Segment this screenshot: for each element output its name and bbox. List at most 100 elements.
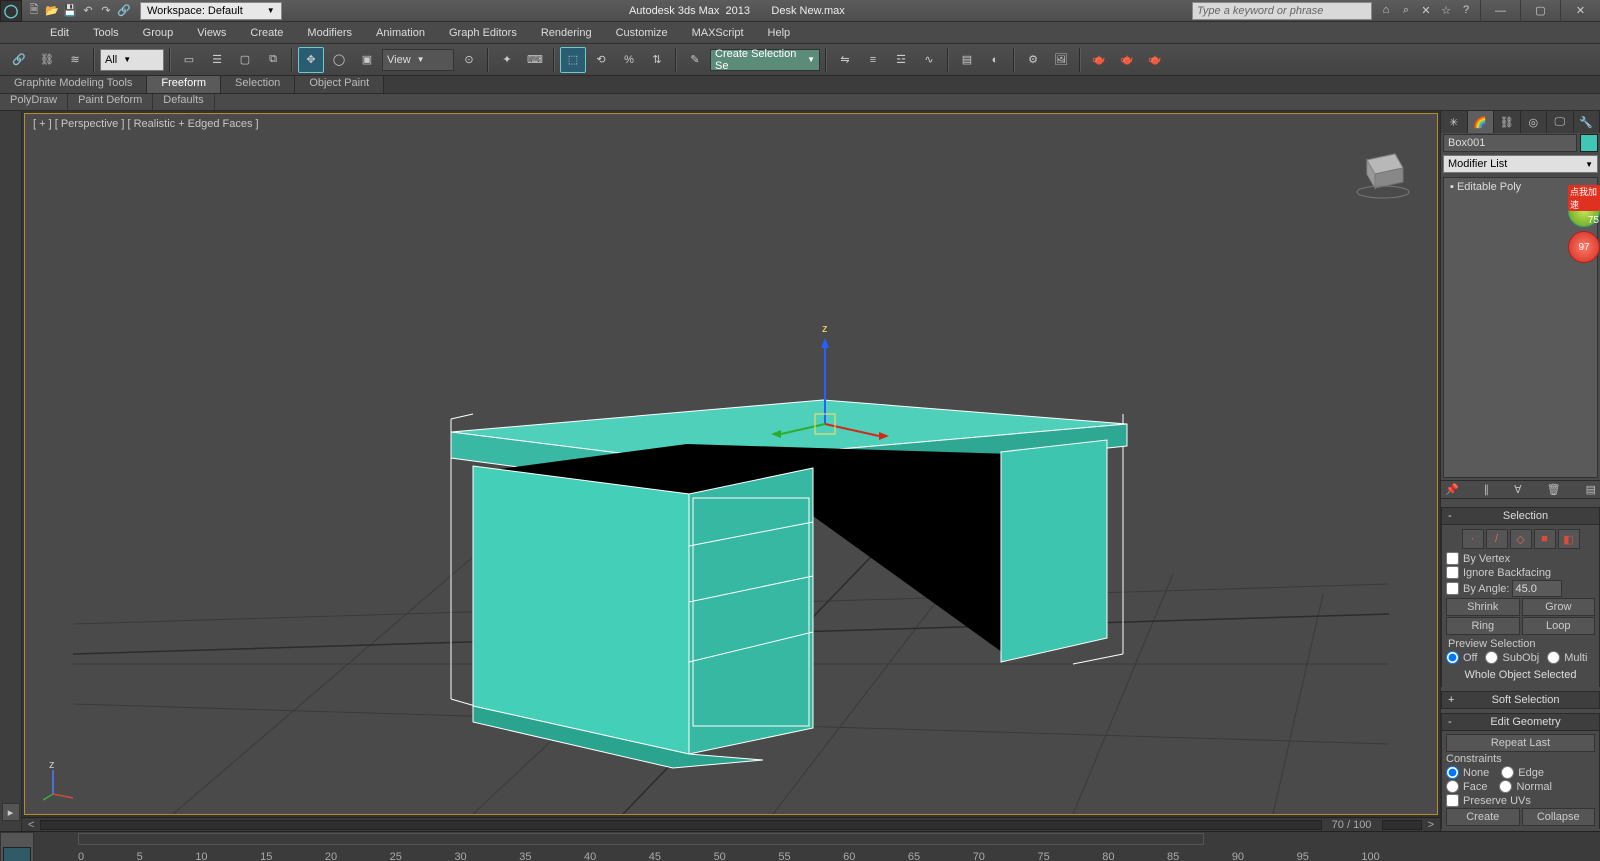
accelerator-widget[interactable]: 点我加速 75 97 [1568, 195, 1600, 265]
rendered-frame-icon[interactable]: 🖼 [1048, 47, 1074, 73]
subobj-polygon-icon[interactable]: ■ [1534, 529, 1556, 549]
ref-coord-system[interactable]: View▼ [382, 49, 454, 71]
select-move-icon[interactable]: ✥ [298, 47, 324, 73]
tab-display-icon[interactable]: 🖵 [1547, 111, 1574, 133]
keyboard-shortcut-icon[interactable]: ⌨ [522, 47, 548, 73]
trackbar-toggle[interactable] [0, 832, 34, 861]
mirror-icon[interactable]: ⇋ [832, 47, 858, 73]
select-scale-icon[interactable]: ▣ [354, 47, 380, 73]
subobj-border-icon[interactable]: ◇ [1510, 529, 1532, 549]
menu-help[interactable]: Help [758, 25, 801, 41]
tab-utilities-icon[interactable]: 🔧 [1574, 111, 1600, 133]
app-menu-icon[interactable]: ◯ [0, 0, 22, 22]
configure-sets-icon[interactable]: ▤ [1586, 483, 1596, 496]
commcenter-icon[interactable]: ⌕ [1398, 4, 1414, 17]
menu-graph-editors[interactable]: Graph Editors [439, 25, 527, 41]
ribbon-panel-paintdeform[interactable]: Paint Deform [68, 94, 153, 110]
constraint-edge-radio[interactable]: Edge [1501, 766, 1544, 779]
minimize-button[interactable]: — [1480, 0, 1520, 22]
rollup-soft-selection-header[interactable]: +Soft Selection [1441, 691, 1600, 709]
scroll-left-icon[interactable]: < [22, 819, 40, 831]
render-last-icon[interactable]: 🫖 [1142, 47, 1168, 73]
time-ruler[interactable]: 0510152025303540455055606570758085909510… [34, 832, 1380, 861]
unlink-icon[interactable]: ⛓ [34, 47, 60, 73]
new-icon[interactable]: 🗎 [26, 3, 42, 19]
percent-snap-icon[interactable]: % [616, 47, 642, 73]
shrink-button[interactable]: Shrink [1446, 598, 1520, 616]
menu-edit[interactable]: Edit [40, 25, 79, 41]
modifier-list[interactable]: Modifier List ▼ [1443, 155, 1598, 173]
rect-region-icon[interactable]: ▢ [232, 47, 258, 73]
viewcube[interactable] [1347, 134, 1417, 204]
tab-create-icon[interactable]: ✳ [1441, 111, 1468, 133]
pin-stack-icon[interactable]: 📌 [1445, 483, 1459, 496]
subscription-icon[interactable]: ⌂ [1378, 4, 1394, 17]
ribbon-tab-modeling[interactable]: Graphite Modeling Tools [0, 76, 147, 93]
constraint-none-radio[interactable]: None [1446, 766, 1489, 779]
by-vertex-check[interactable]: By Vertex [1446, 552, 1510, 565]
constraint-normal-radio[interactable]: Normal [1499, 780, 1551, 793]
rollup-selection-header[interactable]: -Selection [1441, 507, 1600, 525]
align-icon[interactable]: ≡ [860, 47, 886, 73]
tab-hierarchy-icon[interactable]: ⛓ [1494, 111, 1521, 133]
pivot-center-icon[interactable]: ⊙ [456, 47, 482, 73]
collapse-button[interactable]: Collapse [1522, 808, 1596, 826]
tab-modify-icon[interactable]: 🌈 [1468, 111, 1495, 133]
object-color-swatch[interactable] [1580, 134, 1598, 152]
render-setup-icon[interactable]: ⚙ [1020, 47, 1046, 73]
perspective-viewport[interactable]: [ + ] [ Perspective ] [ Realistic + Edge… [24, 113, 1438, 815]
ribbon-tab-objectpaint[interactable]: Object Paint [295, 76, 384, 93]
exchange-icon[interactable]: ✕ [1418, 4, 1434, 17]
menu-maxscript[interactable]: MAXScript [682, 25, 754, 41]
subobj-vertex-icon[interactable]: · [1462, 529, 1484, 549]
by-angle-value[interactable]: 45.0 [1512, 580, 1562, 597]
by-angle-check[interactable]: By Angle: [1446, 582, 1509, 595]
link-icon[interactable]: 🔗 [116, 3, 132, 19]
open-icon[interactable]: 📂 [44, 3, 60, 19]
snap-toggle-icon[interactable]: ⬚ [560, 47, 586, 73]
preserve-uvs-check[interactable]: Preserve UVs [1446, 794, 1531, 807]
menu-tools[interactable]: Tools [83, 25, 129, 41]
select-rotate-icon[interactable]: ◯ [326, 47, 352, 73]
select-object-icon[interactable]: ▭ [176, 47, 202, 73]
scroll-track-right[interactable] [1382, 820, 1422, 830]
maximize-button[interactable]: ▢ [1520, 0, 1560, 22]
ring-button[interactable]: Ring [1446, 617, 1520, 635]
ribbon-tab-freeform[interactable]: Freeform [147, 76, 221, 93]
ribbon-panel-polydraw[interactable]: PolyDraw [0, 94, 68, 110]
viewport-scrollbar[interactable]: < 70 / 100 > [22, 817, 1440, 831]
expand-toolbar-icon[interactable]: ▸ [2, 803, 20, 821]
ribbon-panel-defaults[interactable]: Defaults [153, 94, 214, 110]
preview-off-radio[interactable]: Off [1446, 651, 1477, 664]
object-name-field[interactable] [1443, 134, 1577, 152]
menu-views[interactable]: Views [187, 25, 236, 41]
render-iterative-icon[interactable]: 🫖 [1114, 47, 1140, 73]
named-sel-edit-icon[interactable]: ✎ [682, 47, 708, 73]
link-obj-icon[interactable]: 🔗 [6, 47, 32, 73]
tab-motion-icon[interactable]: ◎ [1521, 111, 1548, 133]
show-end-result-icon[interactable]: ∥ [1484, 483, 1490, 496]
preview-subobj-radio[interactable]: SubObj [1485, 651, 1539, 664]
subobj-edge-icon[interactable]: / [1486, 529, 1508, 549]
named-selection-set[interactable]: Create Selection Se▼ [710, 49, 820, 71]
render-production-icon[interactable]: 🫖 [1086, 47, 1112, 73]
spinner-snap-icon[interactable]: ⇅ [644, 47, 670, 73]
menu-animation[interactable]: Animation [366, 25, 435, 41]
constraint-face-radio[interactable]: Face [1446, 780, 1487, 793]
rollup-edit-geometry-header[interactable]: -Edit Geometry [1441, 713, 1600, 731]
window-crossing-icon[interactable]: ⧉ [260, 47, 286, 73]
repeat-last-button[interactable]: Repeat Last [1446, 734, 1595, 752]
viewport-label[interactable]: [ + ] [ Perspective ] [ Realistic + Edge… [33, 118, 259, 130]
search-input[interactable]: Type a keyword or phrase [1192, 2, 1372, 20]
material-editor-icon[interactable]: ◐ [982, 47, 1008, 73]
subobj-element-icon[interactable]: ◧ [1558, 529, 1580, 549]
bind-spacewarp-icon[interactable]: ≋ [62, 47, 88, 73]
select-by-name-icon[interactable]: ☰ [204, 47, 230, 73]
save-icon[interactable]: 💾 [62, 3, 78, 19]
workspace-selector[interactable]: Workspace: Default ▼ [140, 2, 282, 20]
remove-modifier-icon[interactable]: 🗑 [1547, 483, 1561, 496]
layers-icon[interactable]: ☲ [888, 47, 914, 73]
preview-multi-radio[interactable]: Multi [1547, 651, 1587, 664]
loop-button[interactable]: Loop [1522, 617, 1596, 635]
make-unique-icon[interactable]: ∀ [1514, 483, 1522, 496]
